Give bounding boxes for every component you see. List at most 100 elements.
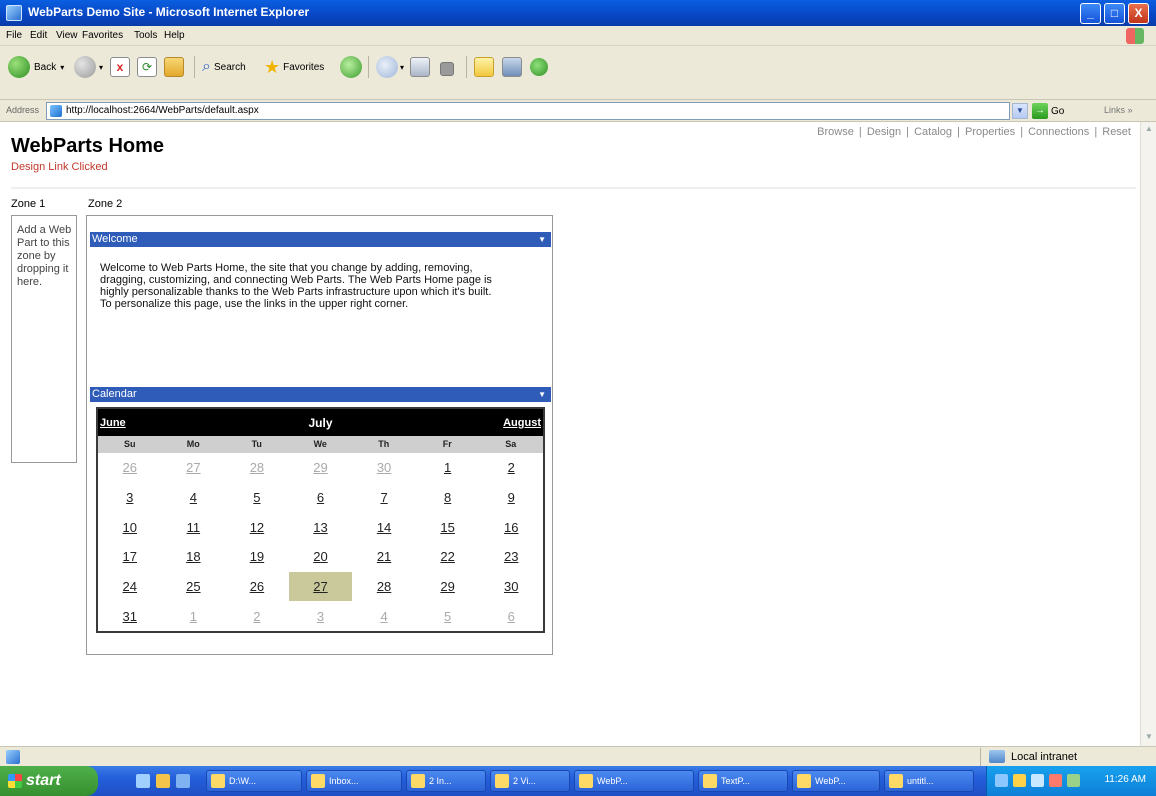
- connections-link[interactable]: Connections: [1028, 126, 1089, 138]
- task-button[interactable]: untitl...: [884, 770, 974, 792]
- calendar-day-selected[interactable]: 27: [288, 571, 353, 602]
- calendar-day[interactable]: 10: [98, 512, 162, 542]
- menu-file[interactable]: File: [6, 30, 22, 41]
- calendar-day[interactable]: 3: [289, 601, 353, 631]
- start-button[interactable]: start: [0, 766, 98, 796]
- history-button[interactable]: [340, 55, 362, 79]
- task-button[interactable]: D:\W...: [206, 770, 302, 792]
- reset-link[interactable]: Reset: [1102, 126, 1131, 138]
- calendar-day[interactable]: 17: [98, 542, 162, 572]
- forward-button[interactable]: ▾: [74, 55, 103, 79]
- favorites-button[interactable]: ★ Favorites: [264, 55, 324, 79]
- calendar-day[interactable]: 29: [416, 572, 480, 602]
- calendar-day[interactable]: 30: [479, 572, 543, 602]
- calendar-day[interactable]: 14: [352, 512, 416, 542]
- calendar-day[interactable]: 11: [162, 512, 226, 542]
- quicklaunch-outlook-icon[interactable]: [156, 774, 170, 788]
- calendar-day[interactable]: 26: [225, 572, 289, 602]
- task-button[interactable]: WebP...: [574, 770, 694, 792]
- security-icon[interactable]: [1013, 774, 1026, 787]
- browse-link[interactable]: Browse: [817, 126, 854, 138]
- calendar-day[interactable]: 3: [98, 483, 162, 513]
- task-button[interactable]: TextP...: [698, 770, 788, 792]
- calendar-day[interactable]: 28: [225, 453, 289, 483]
- calendar-day[interactable]: 8: [416, 483, 480, 513]
- refresh-button[interactable]: ⟳: [137, 55, 157, 79]
- calendar-day[interactable]: 29: [289, 453, 353, 483]
- calendar-day[interactable]: 19: [225, 542, 289, 572]
- vertical-scrollbar[interactable]: ▲ ▼: [1140, 122, 1156, 746]
- prev-month-link[interactable]: June: [100, 417, 126, 429]
- calendar-day[interactable]: 23: [479, 542, 543, 572]
- calendar-day[interactable]: 28: [352, 572, 416, 602]
- calendar-day[interactable]: 4: [162, 483, 226, 513]
- calendar-day[interactable]: 24: [98, 572, 162, 602]
- part-menu-icon[interactable]: ▼: [538, 232, 546, 247]
- address-dropdown-icon[interactable]: ▼: [1012, 103, 1028, 119]
- back-button[interactable]: Back ▾: [8, 55, 64, 79]
- calendar-day[interactable]: 4: [352, 601, 416, 631]
- calendar-day[interactable]: 21: [352, 542, 416, 572]
- links-button[interactable]: Links »: [1104, 105, 1133, 115]
- menu-favorites[interactable]: Favorites: [82, 30, 123, 41]
- calendar-day[interactable]: 30: [352, 453, 416, 483]
- address-input[interactable]: http://localhost:2664/WebParts/default.a…: [46, 102, 1010, 120]
- next-month-link[interactable]: August: [503, 417, 541, 429]
- edit-button[interactable]: [440, 55, 454, 79]
- calendar-day[interactable]: 27: [162, 453, 226, 483]
- calendar-part-title-bar[interactable]: Calendar ▼: [90, 387, 551, 402]
- calendar-day[interactable]: 5: [225, 483, 289, 513]
- calendar-day[interactable]: 1: [416, 453, 480, 483]
- calendar-day[interactable]: 26: [98, 453, 162, 483]
- quicklaunch-desktop-icon[interactable]: [176, 774, 190, 788]
- zone1-drop-target[interactable]: Add a Web Part to this zone by dropping …: [11, 215, 77, 463]
- calendar-day[interactable]: 20: [289, 542, 353, 572]
- properties-link[interactable]: Properties: [965, 126, 1015, 138]
- calendar-day[interactable]: 13: [289, 512, 353, 542]
- messenger-tray-icon[interactable]: [1067, 774, 1080, 787]
- folder-button[interactable]: [474, 55, 494, 79]
- print-button[interactable]: [410, 55, 430, 79]
- stop-button[interactable]: x: [110, 55, 130, 79]
- task-button[interactable]: 2 Vi...: [490, 770, 570, 792]
- menu-view[interactable]: View: [56, 30, 78, 41]
- volume-icon[interactable]: [1031, 774, 1044, 787]
- task-button[interactable]: WebP...: [792, 770, 880, 792]
- go-button[interactable]: → Go: [1032, 102, 1074, 120]
- calendar-day[interactable]: 9: [479, 483, 543, 513]
- calendar-day[interactable]: 25: [162, 572, 226, 602]
- calendar-day[interactable]: 16: [479, 512, 543, 542]
- calendar-day[interactable]: 7: [352, 483, 416, 513]
- calendar-day[interactable]: 6: [289, 483, 353, 513]
- calendar-day[interactable]: 15: [416, 512, 480, 542]
- search-button[interactable]: ⌕ Search: [202, 55, 246, 79]
- minimize-button[interactable]: _: [1080, 3, 1101, 24]
- alert-icon[interactable]: [1049, 774, 1062, 787]
- calendar-day[interactable]: 2: [225, 601, 289, 631]
- calendar-day[interactable]: 2: [479, 453, 543, 483]
- calendar-day[interactable]: 5: [416, 601, 480, 631]
- calendar-day[interactable]: 12: [225, 512, 289, 542]
- calendar-day[interactable]: 18: [162, 542, 226, 572]
- quicklaunch-ie-icon[interactable]: [136, 774, 150, 788]
- part-menu-icon[interactable]: ▼: [538, 387, 546, 402]
- research-button[interactable]: [502, 55, 522, 79]
- close-button[interactable]: X: [1128, 3, 1149, 24]
- calendar-day[interactable]: 1: [162, 601, 226, 631]
- design-link[interactable]: Design: [867, 126, 901, 138]
- home-button[interactable]: [164, 55, 184, 79]
- calendar-day[interactable]: 6: [479, 601, 543, 631]
- catalog-link[interactable]: Catalog: [914, 126, 952, 138]
- welcome-part-title-bar[interactable]: Welcome ▼: [90, 232, 551, 247]
- calendar-day[interactable]: 22: [416, 542, 480, 572]
- mail-button[interactable]: ▾: [376, 55, 404, 79]
- maximize-button[interactable]: □: [1104, 3, 1125, 24]
- scroll-down-icon[interactable]: ▼: [1143, 732, 1155, 744]
- network-icon[interactable]: [995, 774, 1008, 787]
- messenger-button[interactable]: [530, 55, 548, 79]
- menu-edit[interactable]: Edit: [30, 30, 47, 41]
- task-button[interactable]: Inbox...: [306, 770, 402, 792]
- task-button[interactable]: 2 In...: [406, 770, 486, 792]
- calendar-day[interactable]: 31: [98, 601, 162, 631]
- menu-tools[interactable]: Tools: [134, 30, 157, 41]
